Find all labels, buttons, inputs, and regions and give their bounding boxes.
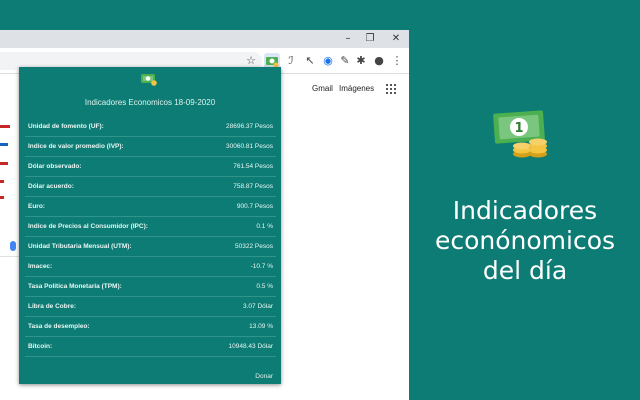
gmail-link[interactable]: Gmail — [312, 84, 333, 93]
indicator-label: Indice de Precios al Consumidor (IPC): — [28, 223, 148, 230]
page-fragment — [0, 162, 8, 165]
extension-cursor-icon[interactable]: ↖ — [302, 53, 318, 69]
popup-title: Indicadores Economicos 18-09-2020 — [84, 98, 216, 107]
indicator-row-tpm: Tasa Política Monetaria (TPM): 0.5 % — [25, 277, 276, 297]
indicator-value: 13.09 % — [249, 323, 273, 330]
indicator-value: 50322 Pesos — [235, 243, 273, 250]
donar-link[interactable]: Donar — [255, 373, 273, 380]
indicator-row-utm: Unidad Tributaria Mensual (UTM): 50322 P… — [25, 237, 276, 257]
extension-2-icon[interactable]: ℐ — [283, 53, 299, 69]
menu-icon[interactable]: ⋮ — [389, 53, 405, 69]
indicator-label: Indice de valor promedio (IVP): — [28, 143, 124, 150]
page-fragment — [0, 180, 4, 183]
indicator-value: 900.7 Pesos — [236, 203, 273, 210]
indicator-value: 0.5 % — [256, 283, 273, 290]
indicator-value: 0.1 % — [256, 223, 273, 230]
promo-line: del día — [482, 256, 568, 285]
extension-circle-icon[interactable]: ◉ — [320, 53, 336, 69]
indicator-row-bitcoin: Bitcoin: 10948.43 Dólar — [25, 337, 276, 357]
page-fragment — [0, 196, 4, 199]
indicator-row-ivp: Indice de valor promedio (IVP): 30060.81… — [25, 137, 276, 157]
indicator-row-libra-cobre: Libra de Cobre: 3.07 Dólar — [25, 297, 276, 317]
indicator-label: Bitcoin: — [28, 343, 53, 350]
money-coins-logo-icon: 1 — [493, 110, 547, 158]
indicator-label: Dólar observado: — [28, 163, 82, 170]
indicator-label: Unidad Tributaria Mensual (UTM): — [28, 243, 132, 250]
indicator-value: 30060.81 Pesos — [226, 143, 273, 150]
restore-button[interactable]: ❐ — [362, 32, 378, 46]
indicator-row-dolar-observado: Dólar observado: 761.54 Pesos — [25, 157, 276, 177]
pen-icon[interactable]: ✎ — [337, 53, 353, 69]
indicator-label: Imacec: — [28, 263, 53, 270]
indicator-row-desempleo: Tasa de desempleo: 13.09 % — [25, 317, 276, 337]
promo-line: Indicadores — [452, 196, 598, 225]
page-fragment — [0, 143, 8, 146]
indicator-label: Dólar acuerdo: — [28, 183, 74, 190]
indicator-value: 758.87 Pesos — [233, 183, 273, 190]
indicator-value: -10.7 % — [250, 263, 273, 270]
indicator-row-euro: Euro: 900.7 Pesos — [25, 197, 276, 217]
minimize-button[interactable]: – — [340, 32, 356, 46]
indicator-label: Euro: — [28, 203, 45, 210]
page-fragment — [0, 125, 10, 128]
money-logo-icon — [141, 74, 157, 86]
indicator-value: 28696.37 Pesos — [226, 123, 273, 130]
indicator-row-imacec: Imacec: -10.7 % — [25, 257, 276, 277]
images-link[interactable]: Imágenes — [339, 84, 374, 93]
promo-line: econónomicos — [434, 226, 616, 255]
indicator-label: Tasa Política Monetaria (TPM): — [28, 283, 122, 290]
indicator-row-uf: Unidad de fomento (UF): 28696.37 Pesos — [25, 117, 276, 137]
indicator-label: Unidad de fomento (UF): — [28, 123, 104, 130]
indicator-value: 10948.43 Dólar — [228, 343, 273, 350]
account-icon[interactable]: ● — [371, 53, 387, 69]
indicator-list: Unidad de fomento (UF): 28696.37 Pesos I… — [25, 117, 276, 357]
indicator-row-ipc: Indice de Precios al Consumidor (IPC): 0… — [25, 217, 276, 237]
indicator-label: Tasa de desempleo: — [28, 323, 90, 330]
apps-grid-icon[interactable] — [386, 84, 396, 94]
title-bar: – ❐ ✕ — [0, 30, 409, 48]
logo-digit: 1 — [514, 121, 523, 136]
puzzle-icon[interactable]: ✱ — [353, 53, 369, 69]
indicator-row-dolar-acuerdo: Dólar acuerdo: 758.87 Pesos — [25, 177, 276, 197]
close-button[interactable]: ✕ — [388, 32, 404, 46]
indicator-value: 761.54 Pesos — [233, 163, 273, 170]
indicators-popup: Indicadores Economicos 18-09-2020 Unidad… — [19, 67, 281, 384]
microphone-icon[interactable] — [10, 241, 16, 251]
search-box-edge — [0, 256, 20, 257]
indicator-label: Libra de Cobre: — [28, 303, 77, 310]
indicator-value: 3.07 Dólar — [243, 303, 273, 310]
promo-headline: Indicadores econónomicos del día — [410, 196, 640, 286]
